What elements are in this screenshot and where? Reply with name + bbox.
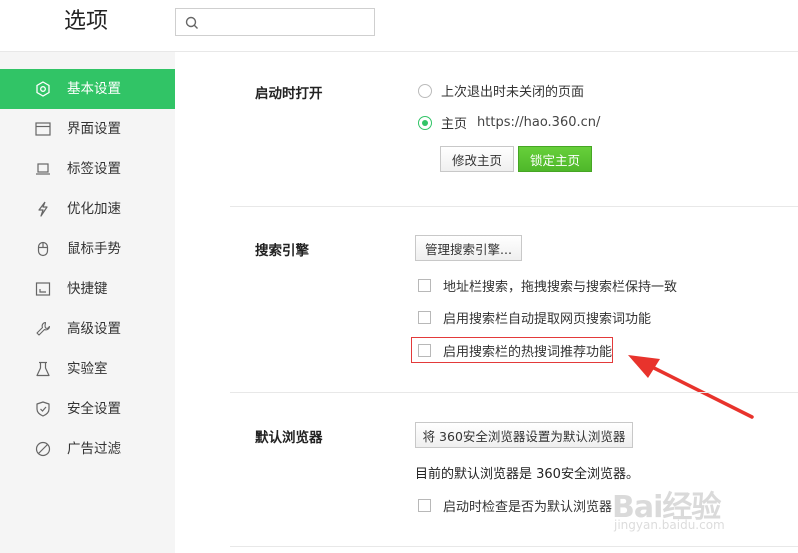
watermark-url: jingyan.baidu.com: [614, 518, 725, 532]
checkbox-row-check-default[interactable]: 启动时检查是否为默认浏览器: [418, 496, 612, 515]
startup-option-last-session[interactable]: 上次退出时未关闭的页面: [418, 81, 584, 100]
sidebar-item-label: 快捷键: [67, 281, 108, 297]
sidebar: 基本设置 界面设置 标签设置 优化加速 鼠标手势 快捷键 高级设置 实验室 安全…: [0, 52, 175, 553]
sidebar-item-gestures[interactable]: 鼠标手势: [0, 229, 175, 269]
sidebar-item-label: 实验室: [67, 361, 108, 377]
block-icon: [35, 441, 51, 457]
default-browser-status: 目前的默认浏览器是 360安全浏览器。: [415, 467, 639, 482]
sidebar-item-tabs[interactable]: 标签设置: [0, 149, 175, 189]
sidebar-item-label: 鼠标手势: [67, 241, 121, 257]
homepage-url: https://hao.360.cn/: [477, 115, 601, 130]
sidebar-item-advanced[interactable]: 高级设置: [0, 309, 175, 349]
checkbox[interactable]: [418, 499, 431, 512]
search-icon: [185, 16, 198, 29]
sidebar-item-label: 基本设置: [67, 81, 121, 97]
header: 选项: [0, 0, 798, 52]
sidebar-item-shortcuts[interactable]: 快捷键: [0, 269, 175, 309]
shield-icon: [36, 401, 50, 417]
sidebar-item-label: 安全设置: [67, 401, 121, 417]
sidebar-item-label: 优化加速: [67, 201, 121, 217]
mouse-icon: [37, 241, 49, 257]
hexagon-icon: [36, 81, 50, 97]
sidebar-item-interface[interactable]: 界面设置: [0, 109, 175, 149]
red-arrow-annotation: [628, 355, 754, 419]
checkbox-row-extract-keywords[interactable]: 启用搜索栏自动提取网页搜索词功能: [418, 308, 651, 327]
sidebar-item-label: 广告过滤: [67, 441, 121, 457]
manage-search-engines-button[interactable]: 管理搜索引擎...: [415, 235, 522, 261]
sidebar-item-basic[interactable]: 基本设置: [0, 69, 175, 109]
sidebar-item-label: 高级设置: [67, 321, 121, 337]
checkbox-label: 地址栏搜索，拖拽搜索与搜索栏保持一致: [443, 280, 678, 295]
checkbox-label: 启动时检查是否为默认浏览器: [443, 500, 613, 515]
sidebar-item-security[interactable]: 安全设置: [0, 389, 175, 429]
sidebar-item-lab[interactable]: 实验室: [0, 349, 175, 389]
radio-button-checked[interactable]: [418, 115, 432, 130]
search-box[interactable]: [175, 8, 375, 36]
set-default-browser-button[interactable]: 将 360安全浏览器设置为默认浏览器: [415, 422, 633, 448]
laptop-icon: [36, 163, 50, 175]
search-engine-section-title: 搜索引擎: [255, 243, 309, 259]
flask-icon: [36, 361, 50, 377]
startup-option-homepage[interactable]: 主页 https://hao.360.cn/: [418, 113, 600, 132]
radio-label: 上次退出时未关闭的页面: [441, 85, 585, 100]
sidebar-item-label: 标签设置: [67, 161, 121, 177]
window-icon: [35, 122, 51, 136]
radio-button[interactable]: [418, 83, 432, 98]
page-title: 选项: [64, 9, 109, 34]
radio-label: 主页: [441, 117, 468, 132]
wrench-icon: [36, 321, 51, 336]
checkbox[interactable]: [418, 311, 431, 324]
default-browser-section-title: 默认浏览器: [255, 430, 323, 446]
lock-homepage-button[interactable]: 锁定主页: [518, 146, 592, 172]
sidebar-item-label: 界面设置: [67, 121, 121, 137]
checkbox-row-sync-search[interactable]: 地址栏搜索，拖拽搜索与搜索栏保持一致: [418, 276, 677, 295]
section-divider: [230, 546, 798, 547]
sidebar-item-adblock[interactable]: 广告过滤: [0, 429, 175, 469]
checkbox[interactable]: [418, 279, 431, 292]
checkbox-label: 启用搜索栏自动提取网页搜索词功能: [443, 312, 652, 327]
startup-section-title: 启动时打开: [255, 86, 323, 102]
baidu-jingyan-watermark: Bai经验 jingyan.baidu.com: [612, 480, 762, 540]
modify-homepage-button[interactable]: 修改主页: [440, 146, 514, 172]
section-divider: [230, 206, 798, 207]
shortcut-icon: [35, 282, 51, 296]
highlight-box: [411, 337, 613, 363]
search-input[interactable]: [204, 12, 369, 32]
lightning-icon: [38, 201, 48, 217]
sidebar-item-speed[interactable]: 优化加速: [0, 189, 175, 229]
section-divider: [230, 392, 798, 393]
